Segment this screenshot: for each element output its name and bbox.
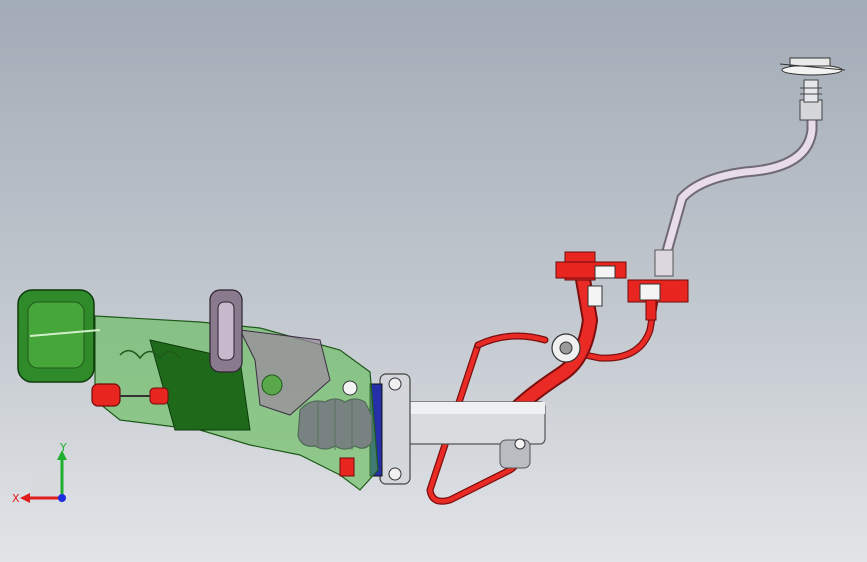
z-axis-dot xyxy=(58,494,66,502)
x-axis-label: X xyxy=(12,492,20,505)
top-fitting[interactable] xyxy=(779,57,846,121)
cad-model[interactable] xyxy=(0,0,867,562)
triad-plane xyxy=(30,470,58,498)
upper-tube[interactable] xyxy=(654,82,818,277)
pedal-pad[interactable] xyxy=(17,289,101,383)
y-axis-label: Y xyxy=(59,441,67,454)
axis-triad: Y X xyxy=(12,441,67,505)
cad-viewport[interactable]: Y X xyxy=(0,0,867,562)
x-axis-arrow xyxy=(20,493,30,503)
pedal-bracket-assembly[interactable] xyxy=(94,289,379,491)
master-cylinder-body[interactable] xyxy=(404,401,546,469)
